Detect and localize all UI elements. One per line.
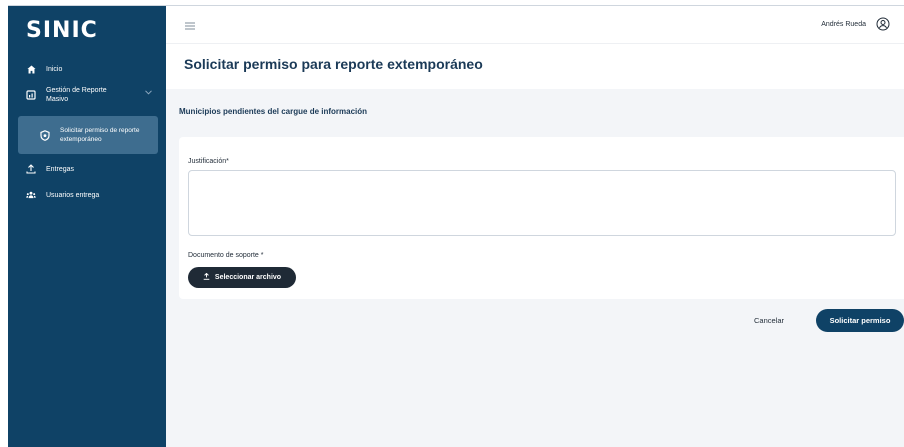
- chevron-down-icon[interactable]: [145, 90, 152, 97]
- sidebar-item-gestion-reporte-masivo[interactable]: Gestión de Reporte Masivo: [8, 86, 166, 104]
- report-icon: [26, 90, 36, 100]
- submit-request-button[interactable]: Solicitar permiso: [816, 309, 904, 332]
- section-title: Municipios pendientes del cargue de info…: [179, 107, 368, 116]
- sidebar: SINIC Inicio Gestión de Reporte Masivo S…: [8, 6, 166, 447]
- sidebar-item-inicio[interactable]: Inicio: [8, 64, 166, 74]
- select-file-button-label: Seleccionar archivo: [214, 274, 282, 281]
- hamburger-menu-icon[interactable]: [184, 19, 196, 31]
- sidebar-subitem-label: Solicitar permiso de reporte extemporáne…: [60, 127, 140, 143]
- sidebar-item-label: Gestión de Reporte Masivo: [46, 87, 107, 103]
- sidebar-item-label: Inicio: [46, 65, 63, 73]
- upload-icon: [26, 164, 36, 174]
- page-header: Solicitar permiso para reporte extemporá…: [166, 44, 904, 89]
- sidebar-item-entregas[interactable]: Entregas: [8, 164, 166, 174]
- page-title: Solicitar permiso para reporte extemporá…: [184, 56, 483, 72]
- request-form-card: Justificación* Documento de soporte * Se…: [179, 137, 904, 299]
- user-name[interactable]: Andrés Rueda: [821, 21, 866, 28]
- upload-icon: [203, 272, 210, 282]
- top-bar: Andrés Rueda: [166, 6, 904, 44]
- cancel-button[interactable]: Cancelar: [754, 316, 784, 325]
- sidebar-subitem-solicitar-permiso[interactable]: Solicitar permiso de reporte extemporáne…: [18, 116, 158, 154]
- app-logo: SINIC: [26, 18, 98, 43]
- sidebar-item-label: Usuarios entrega: [46, 191, 100, 199]
- sidebar-item-usuarios-entrega[interactable]: Usuarios entrega: [8, 190, 166, 200]
- main-content: Municipios pendientes del cargue de info…: [166, 89, 904, 447]
- justification-label: Justificación*: [188, 158, 229, 165]
- document-label: Documento de soporte *: [188, 252, 264, 259]
- justification-textarea[interactable]: [188, 170, 896, 236]
- shield-icon: [40, 129, 50, 141]
- user-avatar-icon[interactable]: [876, 17, 890, 31]
- home-icon: [26, 64, 36, 74]
- app-frame: SINIC Inicio Gestión de Reporte Masivo S…: [8, 5, 904, 447]
- sidebar-item-label: Entregas: [46, 165, 75, 173]
- users-icon: [26, 190, 36, 200]
- select-file-button[interactable]: Seleccionar archivo: [188, 267, 296, 288]
